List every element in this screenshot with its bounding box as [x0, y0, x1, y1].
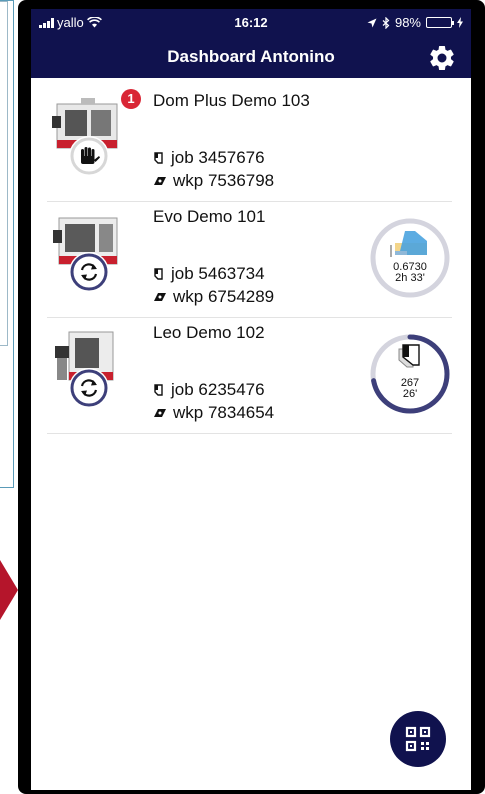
job-line: job 3457676: [153, 148, 265, 168]
app-header: yallo 16:12 98% Dashboard Antonino: [31, 9, 471, 78]
workpiece-icon: [154, 177, 166, 185]
workpiece-number: wkp 6754289: [173, 287, 275, 306]
bluetooth-icon: [382, 16, 390, 29]
mode-badge: [69, 136, 109, 176]
charging-icon: [457, 17, 463, 28]
battery-percent: 98%: [394, 15, 421, 30]
job-number: job 6235476: [171, 380, 265, 399]
machine-name: Dom Plus Demo 103: [153, 91, 310, 110]
gear-icon[interactable]: [427, 43, 457, 73]
cycle-icon: [70, 253, 108, 291]
job-icon: [154, 384, 163, 396]
workpiece-icon: [154, 293, 166, 301]
alert-badge: 1: [121, 89, 141, 109]
progress-gauge: 0.6730 2h 33': [369, 217, 451, 299]
job-number: job 5463734: [171, 264, 265, 283]
workpiece-number: wkp 7834654: [173, 403, 275, 422]
scan-qr-button[interactable]: [390, 711, 446, 767]
machine-row[interactable]: Evo Demo 101 job 5463734 wkp 6754289 0.6…: [47, 202, 452, 318]
background-slide-arrow: [0, 560, 18, 620]
progress-gauge: 267 26': [369, 333, 451, 415]
job-icon: [154, 268, 163, 280]
battery-icon: [426, 17, 454, 28]
gauge-time: 2h 33': [395, 272, 425, 284]
job-icon: [154, 152, 163, 164]
gauge-time: 26': [402, 388, 418, 400]
workpiece-line: wkp 7536798: [153, 171, 274, 191]
job-line: job 5463734: [153, 264, 265, 284]
cycle-icon: [70, 369, 108, 407]
workpiece-line: wkp 6754289: [153, 287, 274, 307]
phone-frame: yallo 16:12 98% Dashboard Antonino 1 Dom…: [18, 0, 485, 794]
job-number: job 3457676: [171, 148, 265, 167]
location-icon: [367, 18, 377, 27]
mode-badge: [69, 252, 109, 292]
workpiece-number: wkp 7536798: [173, 171, 275, 190]
machine-name: Evo Demo 101: [153, 207, 266, 226]
machine-row[interactable]: 1 Dom Plus Demo 103 job 3457676 wkp 7536…: [47, 86, 452, 202]
background-slide-frame: [0, 0, 14, 488]
machine-row[interactable]: Leo Demo 102 job 6235476 wkp 7834654 267…: [47, 318, 452, 434]
status-bar: yallo 16:12 98%: [31, 9, 471, 35]
mode-badge: [69, 368, 109, 408]
page-title: Dashboard Antonino: [167, 47, 335, 66]
workpiece-line: wkp 7834654: [153, 403, 274, 423]
job-line: job 6235476: [153, 380, 265, 400]
app-screen: yallo 16:12 98% Dashboard Antonino 1 Dom…: [31, 9, 471, 790]
workpiece-icon: [154, 409, 166, 417]
hand-stop-icon: [70, 137, 108, 175]
machine-name: Leo Demo 102: [153, 323, 265, 342]
qr-code-icon: [405, 726, 431, 752]
